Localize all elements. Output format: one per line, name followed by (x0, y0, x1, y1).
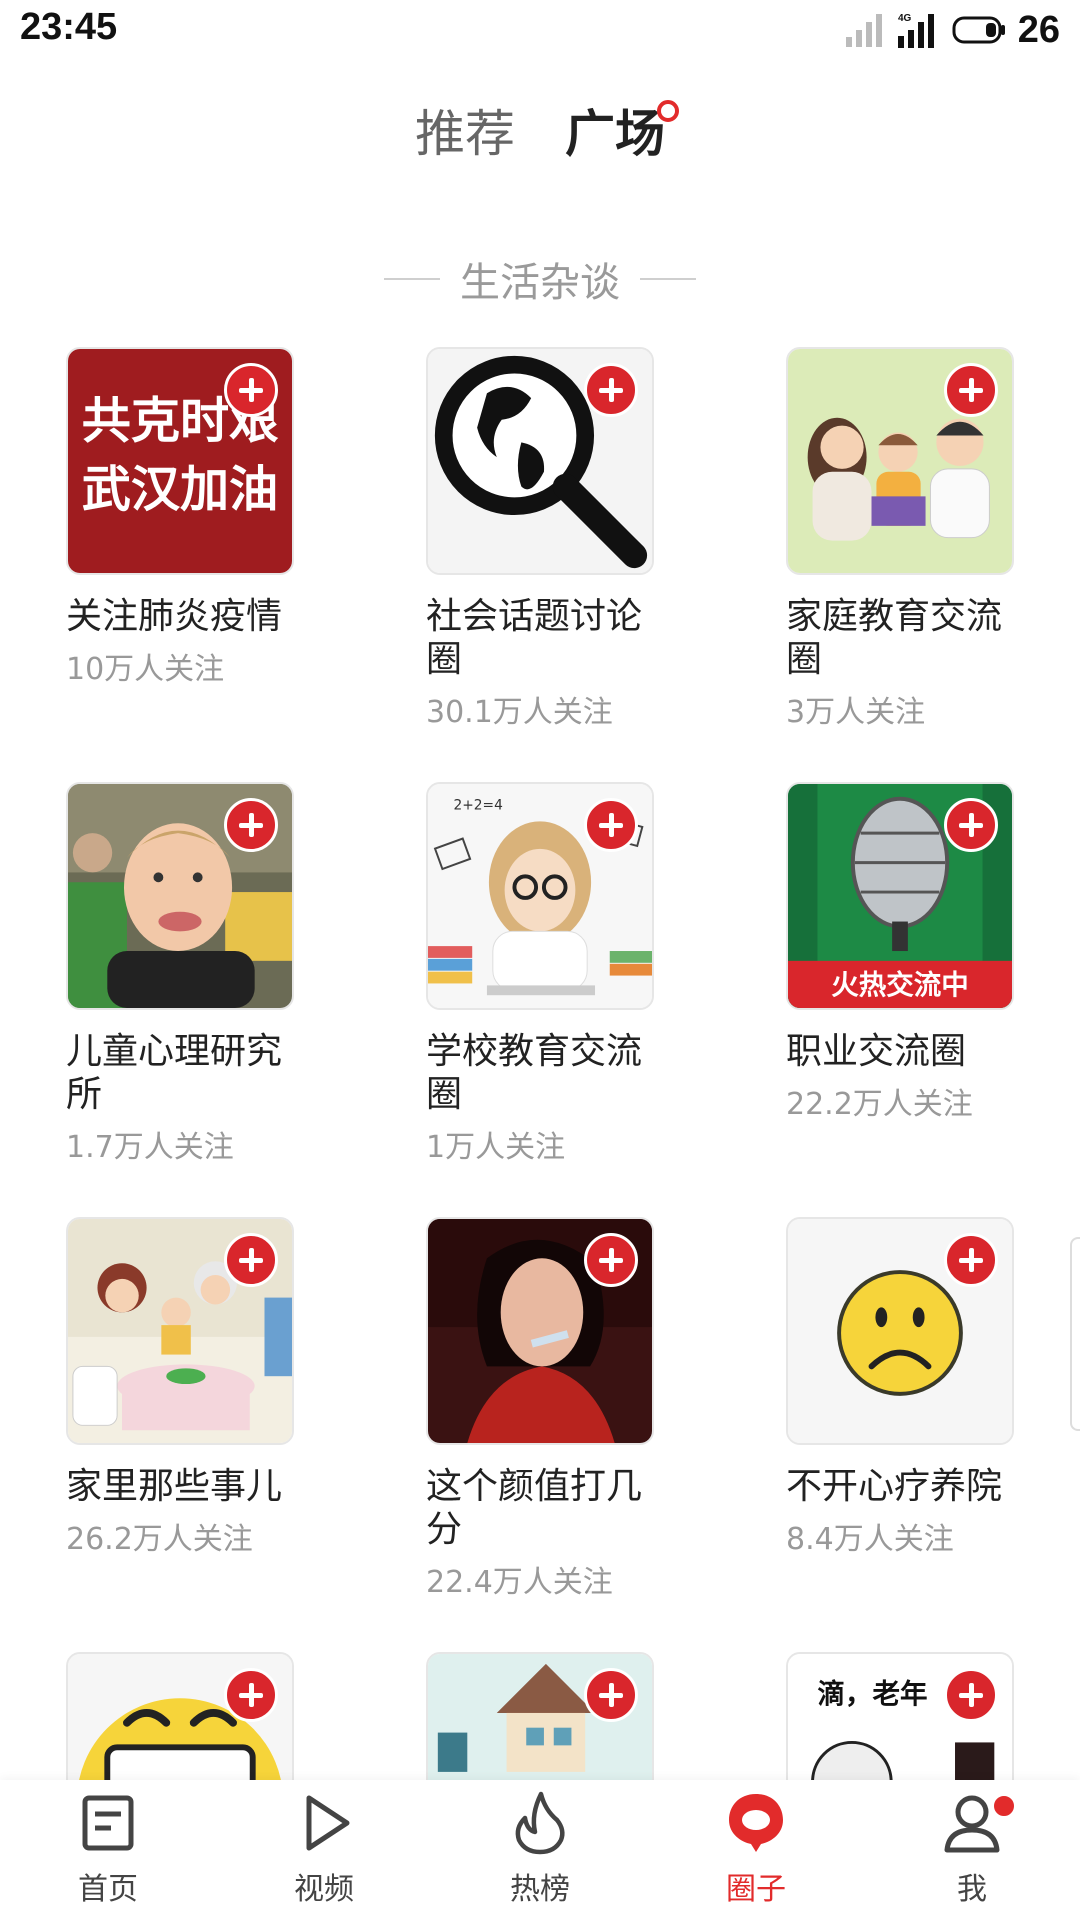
circle-name: 关注肺炎疫情 (66, 596, 283, 637)
circle-thumbnail: 火热交流中 (786, 782, 1014, 1010)
circle-name: 不开心疗养院 (786, 1466, 1003, 1507)
section-title: 生活杂谈 (460, 260, 620, 306)
nav-label: 圈子 (726, 1872, 786, 1907)
nav-circle[interactable]: 圈子 (696, 1788, 816, 1918)
circle-followers: 8.4万人关注 (786, 1522, 954, 1557)
circle-followers: 26.2万人关注 (66, 1522, 253, 1557)
notification-badge (992, 1794, 1016, 1818)
circle-card[interactable]: 家里那些事儿 26.2万人关注 (66, 1217, 306, 1558)
signal-icon (845, 14, 882, 47)
nav-label: 首页 (78, 1872, 138, 1907)
battery-level: 26 (1017, 8, 1060, 51)
bottom-nav: 首页 视频 热榜 圈子 我 (0, 1780, 1080, 1920)
follow-button[interactable] (224, 1668, 278, 1722)
thumb-text-line2: 武汉加油 (82, 460, 278, 518)
status-bar: 23:45 4G 26 (0, 0, 1080, 60)
circle-name: 学校教育交流圈 (426, 1031, 643, 1115)
follow-button[interactable] (944, 1668, 998, 1722)
network-type-label: 4G (898, 13, 912, 24)
circle-name: 这个颜值打几分 (426, 1466, 643, 1550)
circle-name: 儿童心理研究所 (66, 1031, 283, 1115)
circle-card[interactable]: 这个颜值打几分 22.4万人关注 (426, 1217, 666, 1601)
circle-name: 家里那些事儿 (66, 1466, 283, 1507)
nav-home[interactable]: 首页 (48, 1788, 168, 1918)
follow-button[interactable] (224, 363, 278, 417)
thumb-meme-text: 滴，老年 (817, 1678, 927, 1710)
thumb-banner-text: 火热交流中 (831, 969, 969, 1001)
thumb-formula: 2+2=4 (454, 798, 503, 814)
signal-4g-icon: 4G (897, 13, 934, 48)
circle-name: 家庭教育交流圈 (786, 596, 1003, 680)
circle-name: 社会话题讨论圈 (426, 596, 643, 680)
circle-followers: 3万人关注 (786, 695, 926, 730)
circle-followers: 1万人关注 (426, 1130, 566, 1165)
status-time: 23:45 (20, 6, 118, 48)
circle-chat-icon (729, 1794, 783, 1852)
circle-card[interactable]: 2+2=4 学校教育交流圈 1万人关注 (426, 782, 666, 1166)
tab-notification-dot (657, 100, 679, 122)
circle-thumbnail (426, 347, 654, 575)
tab-recommend[interactable]: 推荐 (415, 94, 515, 166)
circle-card[interactable]: 家庭教育交流圈 3万人关注 (786, 347, 1026, 731)
nav-hot[interactable]: 热榜 (480, 1788, 600, 1918)
circle-followers: 22.4万人关注 (426, 1565, 613, 1600)
nav-me[interactable]: 我 (912, 1788, 1032, 1918)
circle-card[interactable]: 火热交流中 职业交流圈 22.2万人关注 (786, 782, 1026, 1123)
follow-button[interactable] (224, 798, 278, 852)
follow-button[interactable] (944, 1233, 998, 1287)
circle-name: 职业交流圈 (786, 1031, 967, 1072)
follow-button[interactable] (584, 798, 638, 852)
follow-button[interactable] (584, 1668, 638, 1722)
circle-card[interactable]: 儿童心理研究所 1.7万人关注 (66, 782, 306, 1166)
circle-followers: 10万人关注 (66, 652, 225, 687)
article-icon (82, 1795, 134, 1851)
tab-square[interactable]: 广场 (565, 94, 679, 166)
follow-button[interactable] (944, 363, 998, 417)
scroll-indicator (1070, 1237, 1080, 1431)
nav-label: 热榜 (510, 1872, 570, 1907)
tab-square-label: 广场 (565, 105, 665, 163)
circle-thumbnail (66, 1217, 294, 1445)
circle-card[interactable]: 共克时艰 武汉加油 关注肺炎疫情 10万人关注 (66, 347, 306, 688)
circle-followers: 22.2万人关注 (786, 1087, 973, 1122)
nav-label: 我 (957, 1872, 987, 1907)
circle-thumbnail (786, 1217, 1014, 1445)
divider-right (640, 278, 696, 280)
section-header: 生活杂谈 (0, 250, 1080, 308)
battery-icon (952, 16, 1005, 44)
circle-thumbnail (66, 782, 294, 1010)
nav-video[interactable]: 视频 (264, 1788, 384, 1918)
follow-button[interactable] (944, 798, 998, 852)
circle-thumbnail: 2+2=4 (426, 782, 654, 1010)
circle-card[interactable]: 社会话题讨论圈 30.1万人关注 (426, 347, 666, 731)
circle-thumbnail: 共克时艰 武汉加油 (66, 347, 294, 575)
circle-followers: 30.1万人关注 (426, 695, 613, 730)
circle-followers: 1.7万人关注 (66, 1130, 234, 1165)
play-icon (306, 1795, 350, 1851)
follow-button[interactable] (584, 1233, 638, 1287)
divider-left (384, 278, 440, 280)
circle-thumbnail (426, 1217, 654, 1445)
flame-icon (515, 1791, 565, 1855)
circle-card[interactable]: 不开心疗养院 8.4万人关注 (786, 1217, 1026, 1558)
circle-thumbnail (786, 347, 1014, 575)
status-icons: 4G 26 (844, 8, 1060, 51)
follow-button[interactable] (584, 363, 638, 417)
top-tabs: 推荐 广场 (0, 95, 1080, 165)
nav-label: 视频 (294, 1872, 354, 1907)
follow-button[interactable] (224, 1233, 278, 1287)
